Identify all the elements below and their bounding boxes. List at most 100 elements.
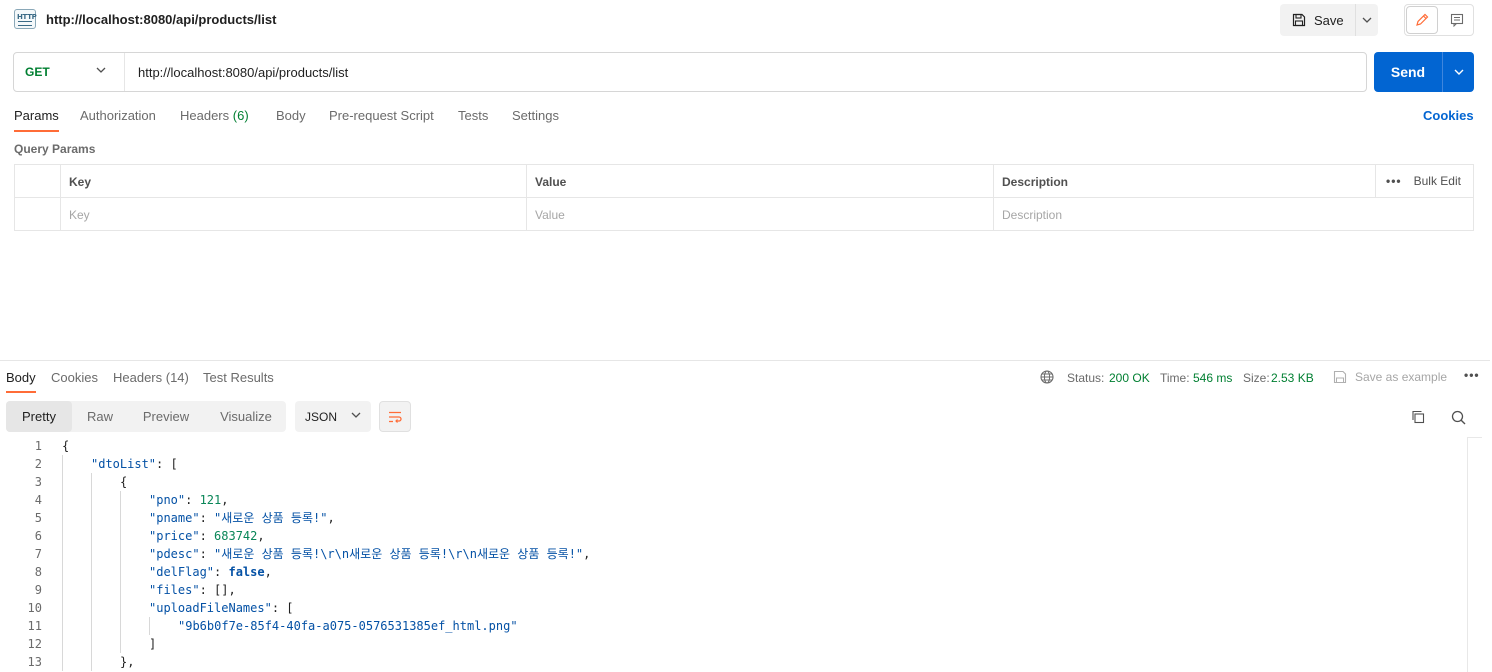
format-value: JSON (305, 409, 338, 424)
size-label: Size: (1243, 371, 1270, 385)
tab-params[interactable]: Params (14, 108, 59, 132)
bulk-edit-button[interactable]: ••• Bulk Edit (1375, 165, 1473, 197)
copy-button[interactable] (1406, 406, 1430, 428)
edit-mode-button[interactable] (1406, 6, 1438, 34)
code-line: 4 "pno": 121, (0, 491, 1466, 509)
indent-guide (91, 473, 92, 491)
response-tab-cookies[interactable]: Cookies (51, 370, 98, 385)
indent-guide (120, 617, 121, 635)
word-wrap-button[interactable] (379, 401, 411, 432)
code-line: 5 "pname": "새로운 상품 등록!", (0, 509, 1466, 527)
indent-guide (62, 545, 63, 563)
indent-guide (120, 581, 121, 599)
value-input[interactable]: Value (526, 198, 993, 231)
line-number: 7 (34, 547, 42, 561)
response-body-editor[interactable]: 1{2 "dtoList": [3{4 "pno": 121, 5 "pname": "… (0, 437, 1482, 672)
tab-headers-label: Headers (180, 108, 230, 123)
save-icon (1333, 370, 1347, 384)
key-input[interactable]: Key (60, 198, 526, 231)
more-icon: ••• (1386, 174, 1402, 188)
tab-authorization[interactable]: Authorization (80, 108, 156, 123)
table-row: Key Value Description (15, 198, 1473, 231)
indent-guide (62, 527, 63, 545)
code-line: 2 "dtoList": [ (0, 455, 1466, 473)
code-line: 11 "9b6b0f7e-85f4-40fa-a075-0576531385ef_… (0, 617, 1466, 635)
line-number: 3 (34, 475, 42, 489)
status-label: Status: (1067, 371, 1105, 385)
top-bar: HTTP http://localhost:8080/api/products/… (0, 0, 1492, 40)
send-options-button[interactable] (1442, 52, 1474, 92)
indent-guide (62, 563, 63, 581)
tab-headers[interactable]: Headers (6) (180, 108, 249, 123)
save-options-button[interactable] (1355, 4, 1378, 36)
request-title[interactable]: http://localhost:8080/api/products/list (46, 12, 276, 27)
indent-guide (91, 617, 92, 635)
response-view-tabs: Pretty Raw Preview Visualize (6, 401, 286, 432)
chevron-down-icon (1454, 69, 1463, 75)
copy-icon (1412, 410, 1425, 424)
response-tab-test-results[interactable]: Test Results (203, 370, 274, 385)
indent-guide (91, 563, 92, 581)
indent-guide (62, 509, 63, 527)
indent-guide (149, 617, 150, 635)
pencil-icon (1416, 13, 1429, 26)
code-line: 1{ (0, 437, 1466, 455)
documentation-mode-button[interactable] (1441, 6, 1473, 34)
indent-guide (62, 491, 63, 509)
response-tab-body[interactable]: Body (6, 370, 36, 393)
url-input[interactable] (138, 53, 1338, 91)
editor-scrollbar[interactable] (1467, 437, 1482, 672)
search-icon (1451, 410, 1465, 424)
view-tab-visualize[interactable]: Visualize (210, 401, 282, 432)
tab-body[interactable]: Body (276, 108, 306, 123)
globe-icon[interactable] (1040, 370, 1054, 384)
indent-guide (62, 473, 63, 491)
tab-tests[interactable]: Tests (458, 108, 488, 123)
indent-guide (120, 563, 121, 581)
tab-settings[interactable]: Settings (512, 108, 559, 123)
status-value[interactable]: 200 OK (1109, 371, 1150, 385)
column-header-value: Value (526, 165, 993, 198)
code-line: 9 "files": [], (0, 581, 1466, 599)
code-text: "price": 683742, (149, 529, 265, 543)
table-header-row: Key Value Description ••• Bulk Edit (15, 165, 1473, 198)
view-tab-raw[interactable]: Raw (76, 401, 124, 432)
chevron-down-icon (351, 412, 361, 418)
indent-guide (120, 545, 121, 563)
format-select[interactable]: JSON (295, 401, 371, 432)
tab-pre-request-script[interactable]: Pre-request Script (329, 108, 434, 123)
row-checkbox[interactable] (15, 198, 60, 231)
save-as-example-button[interactable]: Save as example (1355, 370, 1447, 384)
chevron-down-icon (96, 67, 106, 73)
save-button[interactable]: Save (1280, 4, 1354, 36)
indent-guide (62, 581, 63, 599)
description-input[interactable]: Description (993, 198, 1473, 231)
send-button[interactable]: Send (1374, 52, 1442, 92)
method-select[interactable]: GET (14, 53, 124, 91)
method-value: GET (25, 65, 50, 79)
indent-guide (91, 599, 92, 617)
code-line: 3{ (0, 473, 1466, 491)
indent-guide (62, 599, 63, 617)
query-params-title: Query Params (14, 142, 96, 156)
code-text: "pno": 121, (149, 493, 229, 507)
column-header-key: Key (60, 165, 526, 198)
view-tab-pretty[interactable]: Pretty (6, 401, 72, 432)
line-number: 8 (34, 565, 42, 579)
view-tab-preview[interactable]: Preview (132, 401, 200, 432)
size-value[interactable]: 2.53 KB (1271, 371, 1314, 385)
time-value[interactable]: 546 ms (1193, 371, 1232, 385)
code-text: ] (149, 637, 157, 651)
column-header-description: Description (993, 165, 1375, 198)
line-number: 2 (34, 457, 42, 471)
line-number: 12 (27, 637, 42, 651)
response-tab-headers[interactable]: Headers (14) (113, 370, 189, 385)
response-divider[interactable] (0, 360, 1490, 361)
search-button[interactable] (1446, 406, 1470, 428)
save-label: Save (1314, 12, 1344, 28)
more-icon[interactable]: ••• (1464, 368, 1480, 382)
line-number: 11 (27, 619, 42, 633)
cookies-link[interactable]: Cookies (1423, 108, 1474, 123)
line-number: 9 (34, 583, 42, 597)
code-text: "pdesc": "새로운 상품 등록!\r\n새로운 상품 등록!\r\n새로… (149, 547, 591, 561)
